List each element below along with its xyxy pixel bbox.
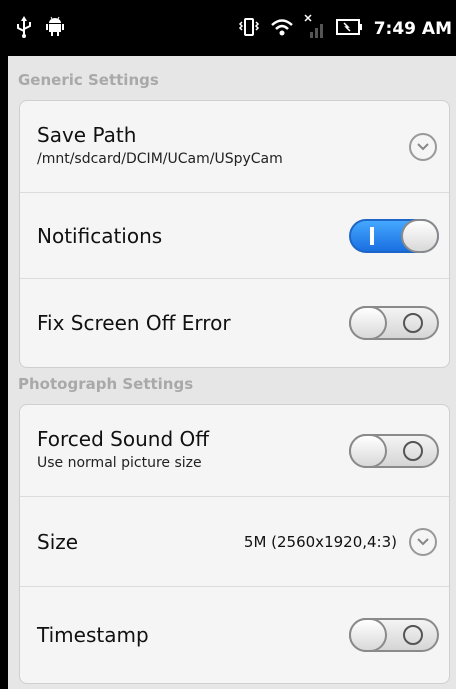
forced-sound-off-subtitle: Use normal picture size <box>37 454 202 471</box>
timestamp-row[interactable]: Timestamp <box>20 587 449 683</box>
save-path-value: /mnt/sdcard/DCIM/UCam/USpyCam <box>37 150 283 167</box>
section-header-photograph: Photograph Settings <box>18 375 194 393</box>
toggle-off-mark <box>403 440 423 461</box>
timestamp-title: Timestamp <box>37 623 149 647</box>
clock: 7:49 AM <box>373 19 452 39</box>
no-signal-icon <box>304 14 326 44</box>
notifications-row[interactable]: Notifications <box>20 193 449 279</box>
notifications-title: Notifications <box>37 223 163 248</box>
forced-sound-off-row[interactable]: Forced Sound Off Use normal picture size <box>20 405 449 497</box>
save-path-row[interactable]: Save Path /mnt/sdcard/DCIM/UCam/USpyCam <box>20 101 449 193</box>
battery-icon <box>335 18 364 40</box>
fix-screen-off-title: Fix Screen Off Error <box>37 311 231 335</box>
toggle-knob <box>349 306 387 340</box>
toggle-off-mark <box>403 625 423 645</box>
fix-screen-off-toggle[interactable] <box>349 306 439 340</box>
usb-icon <box>16 16 32 42</box>
size-title: Size <box>37 529 79 554</box>
toggle-knob <box>401 218 439 253</box>
chevron-down-icon[interactable] <box>409 527 437 556</box>
notifications-toggle[interactable] <box>349 218 439 253</box>
forced-sound-off-toggle[interactable] <box>349 433 439 468</box>
wifi-icon <box>270 17 294 41</box>
save-path-title: Save Path <box>37 122 137 147</box>
photograph-settings-card: Forced Sound Off Use normal picture size… <box>19 404 450 684</box>
settings-screen: Generic Settings Save Path /mnt/sdcard/D… <box>8 56 456 689</box>
android-icon <box>46 16 64 42</box>
toggle-knob <box>349 618 387 652</box>
chevron-down-icon[interactable] <box>409 132 437 161</box>
generic-settings-card: Save Path /mnt/sdcard/DCIM/UCam/USpyCam … <box>19 100 450 368</box>
fix-screen-off-row[interactable]: Fix Screen Off Error <box>20 279 449 367</box>
toggle-on-mark <box>370 226 374 245</box>
status-bar: 7:49 AM <box>0 0 456 56</box>
size-row[interactable]: Size 5M (2560x1920,4:3) <box>20 497 449 587</box>
timestamp-toggle[interactable] <box>349 618 439 652</box>
size-value: 5M (2560x1920,4:3) <box>243 532 397 551</box>
toggle-knob <box>349 433 387 468</box>
forced-sound-off-title: Forced Sound Off <box>37 426 210 451</box>
toggle-off-mark <box>403 313 423 333</box>
section-header-generic: Generic Settings <box>18 71 159 89</box>
vibrate-icon <box>238 16 260 42</box>
